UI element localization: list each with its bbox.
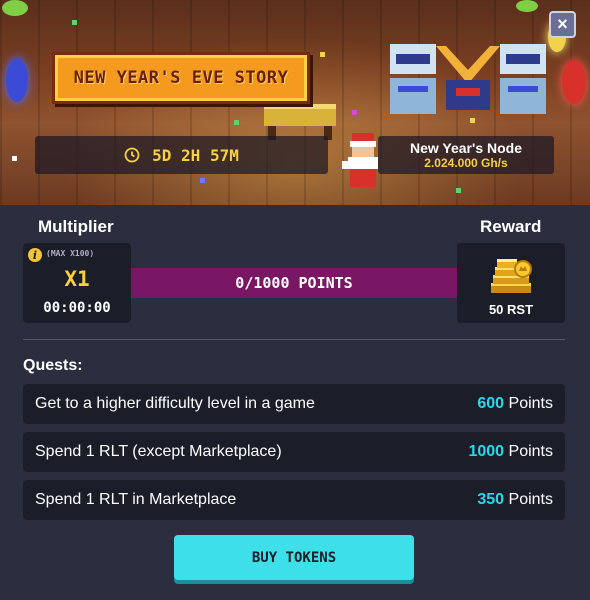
confetti [234, 120, 239, 125]
quest-points-suffix: Points [508, 443, 553, 460]
reward-label: Reward [480, 217, 542, 236]
multiplier-timer: 00:00:00 [43, 300, 111, 316]
multiplier-max: (MAX X100) [46, 249, 95, 258]
reward-amount: 50 RST [488, 302, 534, 317]
clock-icon [124, 147, 140, 163]
quest-description: Spend 1 RLT (except Marketplace) [35, 443, 282, 460]
quest-row: Spend 1 RLT (except Marketplace) 1000 Po… [23, 432, 565, 472]
quest-row: Spend 1 RLT in Marketplace 350 Points [23, 480, 565, 520]
reward-panel: 50 RST [457, 243, 565, 323]
timer-countdown: 5D 2H 57M [152, 145, 239, 165]
quest-description: Get to a higher difficulty level in a ga… [35, 395, 315, 412]
quest-description: Spend 1 RLT in Marketplace [35, 491, 237, 508]
garland-light-blue [6, 58, 28, 102]
multiplier-panel: i (MAX X100) X1 00:00:00 [23, 243, 131, 323]
quest-points-suffix: Points [508, 395, 553, 412]
node-name: New Year's Node [409, 140, 522, 156]
garland-light-red [562, 60, 586, 104]
quest-points-value: 350 [477, 491, 505, 508]
event-banner: NEW YEAR'S EVE STORY × 5D 2H 57M New Yea… [0, 0, 590, 205]
quest-points-suffix: Points [508, 491, 553, 508]
quest-points-value: 600 [477, 395, 505, 412]
event-title-plaque: NEW YEAR'S EVE STORY [52, 52, 310, 104]
multiplier-value: X1 [64, 267, 90, 291]
points-progress-bar: 0/1000 POINTS [131, 268, 457, 298]
node-info: New Year's Node 2.024.000 Gh/s [378, 136, 554, 174]
event-title: NEW YEAR'S EVE STORY [73, 68, 289, 88]
progress-text: 0/1000 POINTS [235, 274, 353, 292]
miner-illustration [390, 44, 546, 114]
confetti [456, 188, 461, 193]
garland-light-green [516, 0, 538, 12]
quest-points: 1000 Points [468, 443, 553, 461]
desk-illustration [264, 104, 336, 140]
garland-light-green [2, 0, 28, 16]
confetti [470, 118, 475, 123]
quest-row: Get to a higher difficulty level in a ga… [23, 384, 565, 424]
close-button[interactable]: × [549, 11, 576, 38]
multiplier-label: Multiplier [38, 217, 114, 236]
confetti [12, 156, 17, 161]
divider [23, 339, 565, 340]
confetti [352, 110, 357, 115]
quest-points: 600 Points [477, 395, 553, 413]
quest-points: 350 Points [477, 491, 553, 509]
buy-tokens-button[interactable]: BUY TOKENS [174, 535, 414, 580]
confetti [72, 20, 77, 25]
confetti [200, 178, 205, 183]
coins-icon [491, 259, 532, 293]
quest-points-value: 1000 [468, 443, 505, 460]
close-icon: × [557, 14, 568, 34]
quests-label: Quests: [23, 357, 83, 374]
confetti [320, 52, 325, 57]
info-icon[interactable]: i [28, 248, 42, 262]
node-power: 2.024.000 Gh/s [424, 156, 508, 170]
event-timer: 5D 2H 57M [35, 136, 328, 174]
santa-illustration [342, 133, 378, 187]
